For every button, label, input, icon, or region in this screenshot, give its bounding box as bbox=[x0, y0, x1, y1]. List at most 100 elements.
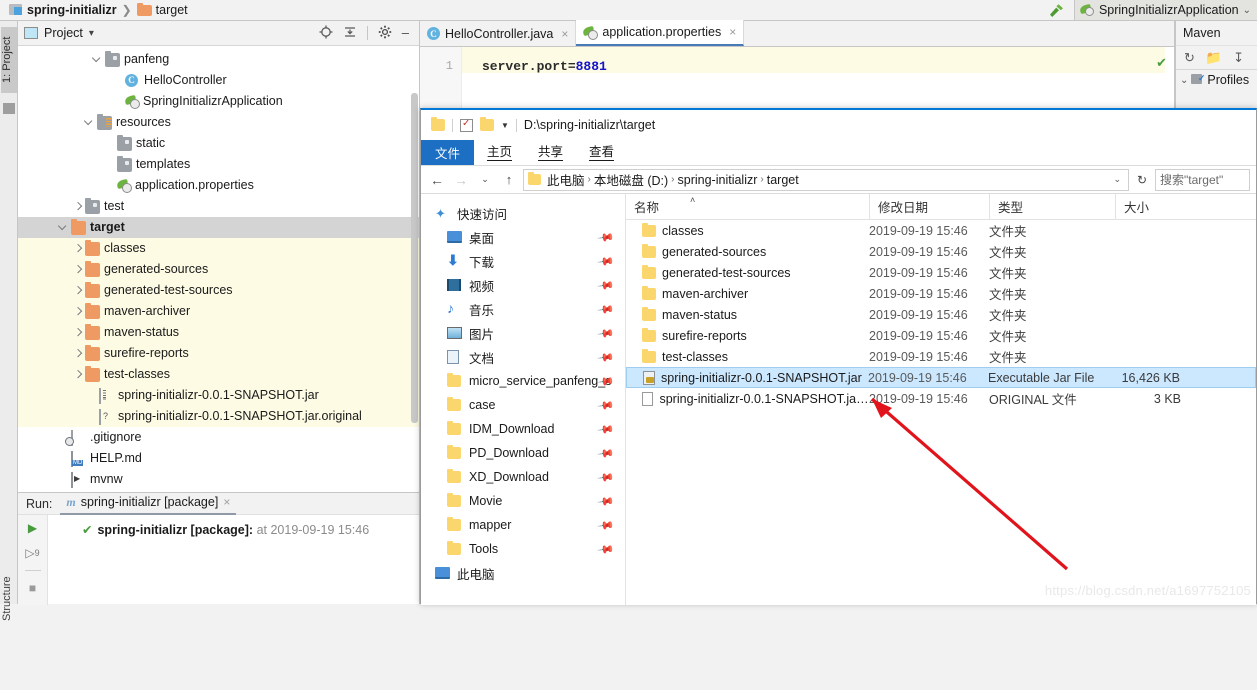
file-row[interactable]: test-classes 2019-09-19 15:46 文件夹 bbox=[626, 346, 1256, 367]
tree-node-static[interactable]: static bbox=[18, 133, 419, 154]
minimize-icon[interactable]: – bbox=[402, 26, 409, 39]
pin-icon[interactable]: 📌 bbox=[597, 276, 616, 295]
file-row[interactable]: maven-status 2019-09-19 15:46 文件夹 bbox=[626, 304, 1256, 325]
nav-item--[interactable]: 文档 📌 bbox=[421, 345, 625, 369]
tree-node-springinitializrapplication[interactable]: SpringInitializrApplication bbox=[18, 91, 419, 112]
editor-code-line[interactable]: server.port=8881 bbox=[482, 59, 607, 74]
pin-icon[interactable]: 📌 bbox=[597, 396, 616, 415]
chevron-down-icon[interactable] bbox=[84, 117, 95, 128]
folder-icon[interactable] bbox=[431, 117, 445, 131]
nav-item-pd_download[interactable]: PD_Download 📌 bbox=[421, 441, 625, 465]
maven-profiles-row[interactable]: ⌄ Profiles bbox=[1176, 70, 1257, 90]
nav-item-xd_download[interactable]: XD_Download 📌 bbox=[421, 465, 625, 489]
tree-node-maven-archiver[interactable]: maven-archiver bbox=[18, 301, 419, 322]
tree-node-application-properties[interactable]: application.properties bbox=[18, 175, 419, 196]
column-header-0[interactable]: 名称 ˄ bbox=[626, 194, 869, 220]
explorer-ribbon-tabs[interactable]: 文件 主页 共享 查看 bbox=[421, 140, 1256, 166]
tree-node-panfeng[interactable]: panfeng bbox=[18, 49, 419, 70]
tree-node-mvnw[interactable]: mvnw bbox=[18, 469, 419, 490]
customize-caret-icon[interactable]: ▼ bbox=[501, 121, 509, 130]
download-sources-icon[interactable]: ↧ bbox=[1233, 50, 1244, 66]
chevron-right-icon[interactable] bbox=[72, 306, 83, 317]
chevron-right-icon[interactable] bbox=[72, 348, 83, 359]
editor-tabs[interactable]: C HelloController.java × application.proper… bbox=[420, 20, 1175, 47]
file-row[interactable]: classes 2019-09-19 15:46 文件夹 bbox=[626, 220, 1256, 241]
tree-node-help-md[interactable]: HELP.md bbox=[18, 448, 419, 469]
tree-node-classes[interactable]: classes bbox=[18, 238, 419, 259]
chevron-down-icon[interactable]: ⌄ bbox=[1180, 75, 1188, 86]
pin-icon[interactable]: 📌 bbox=[597, 348, 616, 367]
pin-icon[interactable]: 📌 bbox=[597, 420, 616, 439]
pin-icon[interactable]: 📌 bbox=[597, 444, 616, 463]
nav-item--[interactable]: 桌面 📌 bbox=[421, 225, 625, 249]
tool-tab-structure[interactable]: Structure bbox=[1, 573, 17, 625]
chevron-right-icon[interactable] bbox=[72, 243, 83, 254]
pin-icon[interactable]: 📌 bbox=[597, 516, 616, 535]
nav-item-case[interactable]: case 📌 bbox=[421, 393, 625, 417]
new-folder-icon[interactable] bbox=[480, 117, 494, 131]
tree-node-generated-test-sources[interactable]: generated-test-sources bbox=[18, 280, 419, 301]
chevron-right-icon[interactable] bbox=[72, 327, 83, 338]
file-row[interactable]: maven-archiver 2019-09-19 15:46 文件夹 bbox=[626, 283, 1256, 304]
gear-icon[interactable] bbox=[378, 25, 392, 42]
chevron-down-icon[interactable]: ⌄ bbox=[1113, 174, 1124, 185]
up-button[interactable]: ↑ bbox=[499, 170, 519, 190]
ribbon-tab-主页[interactable]: 主页 bbox=[474, 140, 525, 165]
tool-tab-project[interactable]: 1: Project bbox=[1, 27, 17, 93]
file-row[interactable]: spring-initializr-0.0.1-SNAPSHOT.jar 2019… bbox=[626, 367, 1256, 388]
nav-item-mapper[interactable]: mapper 📌 bbox=[421, 513, 625, 537]
address-segment-0[interactable]: 此电脑 bbox=[545, 170, 587, 189]
file-list-header[interactable]: 名称 ˄ 修改日期 类型 大小 bbox=[626, 193, 1256, 220]
rerun-icon[interactable]: ▶ bbox=[24, 520, 42, 536]
chevron-down-icon[interactable]: ▾ bbox=[89, 28, 94, 39]
editor-tab-application-properties[interactable]: application.properties × bbox=[576, 20, 745, 46]
nav-item--[interactable]: ♪ 音乐 📌 bbox=[421, 297, 625, 321]
address-segment-2[interactable]: spring-initializr bbox=[676, 173, 760, 187]
breadcrumb-item-project[interactable]: spring-initializr bbox=[6, 3, 120, 17]
pin-icon[interactable]: 📌 bbox=[597, 228, 616, 247]
forward-button[interactable]: → bbox=[451, 170, 471, 190]
tree-node-spring-initializr-0-0-1-snapshot-jar-original[interactable]: spring-initializr-0.0.1-SNAPSHOT.jar.ori… bbox=[18, 406, 419, 427]
search-input[interactable]: 搜索"target" bbox=[1155, 168, 1250, 191]
inspection-ok-icon[interactable]: ✔ bbox=[1156, 55, 1167, 71]
run-tab[interactable]: m spring-initializr [package] × bbox=[60, 493, 237, 515]
tree-node-surefire-reports[interactable]: surefire-reports bbox=[18, 343, 419, 364]
tree-node-generated-sources[interactable]: generated-sources bbox=[18, 259, 419, 280]
collapse-all-icon[interactable] bbox=[343, 25, 357, 42]
back-button[interactable]: ← bbox=[427, 170, 447, 190]
chevron-right-icon[interactable] bbox=[72, 264, 83, 275]
chevron-down-icon[interactable] bbox=[58, 222, 69, 233]
nav-item--[interactable]: 视频 📌 bbox=[421, 273, 625, 297]
pin-icon[interactable]: 📌 bbox=[597, 300, 616, 319]
nav-item--[interactable]: 此电脑 bbox=[421, 561, 625, 585]
project-tree-scrollbar[interactable] bbox=[411, 93, 418, 423]
hammer-icon[interactable] bbox=[1040, 0, 1074, 21]
pin-icon[interactable]: 📌 bbox=[597, 324, 616, 343]
close-icon[interactable]: × bbox=[223, 495, 230, 509]
editor-tab-hellocontroller-java[interactable]: C HelloController.java × bbox=[420, 21, 577, 46]
file-row[interactable]: generated-sources 2019-09-19 15:46 文件夹 bbox=[626, 241, 1256, 262]
nav-item--[interactable]: 图片 📌 bbox=[421, 321, 625, 345]
tree-node-test[interactable]: test bbox=[18, 196, 419, 217]
tree-node-maven-status[interactable]: maven-status bbox=[18, 322, 419, 343]
column-header-3[interactable]: 大小 bbox=[1115, 193, 1187, 220]
pin-icon[interactable]: 📌 bbox=[597, 468, 616, 487]
tree-node-spring-initializr-0-0-1-snapshot-jar[interactable]: spring-initializr-0.0.1-SNAPSHOT.jar bbox=[18, 385, 419, 406]
pin-icon[interactable]: 📌 bbox=[597, 492, 616, 511]
tree-node--gitignore[interactable]: .gitignore bbox=[18, 427, 419, 448]
file-row[interactable]: generated-test-sources 2019-09-19 15:46 文件… bbox=[626, 262, 1256, 283]
chevron-down-icon[interactable]: ⌄ bbox=[1243, 5, 1251, 16]
tree-node-templates[interactable]: templates bbox=[18, 154, 419, 175]
pin-icon[interactable]: 📌 bbox=[597, 252, 616, 271]
locate-icon[interactable] bbox=[319, 25, 333, 42]
file-row[interactable]: spring-initializr-0.0.1-SNAPSHOT.jar.o..… bbox=[626, 388, 1256, 409]
nav-item--[interactable]: ⬇ 下载 📌 bbox=[421, 249, 625, 273]
file-list-rows[interactable]: classes 2019-09-19 15:46 文件夹 generated-sour… bbox=[626, 220, 1256, 409]
file-row[interactable]: surefire-reports 2019-09-19 15:46 文件夹 bbox=[626, 325, 1256, 346]
add-maven-project-icon[interactable]: 📁 bbox=[1206, 50, 1222, 66]
refresh-icon[interactable]: ↻ bbox=[1133, 170, 1151, 190]
explorer-navigation-pane[interactable]: ✦ 快速访问 桌面 📌 ⬇ 下载 📌 视频 📌 ♪ 音乐 📌 图片 📌 文档 📌 micro_service_p… bbox=[421, 194, 625, 605]
breadcrumb-item-target[interactable]: target bbox=[134, 3, 191, 17]
tree-node-test-classes[interactable]: test-classes bbox=[18, 364, 419, 385]
ribbon-tab-file[interactable]: 文件 bbox=[421, 140, 475, 165]
